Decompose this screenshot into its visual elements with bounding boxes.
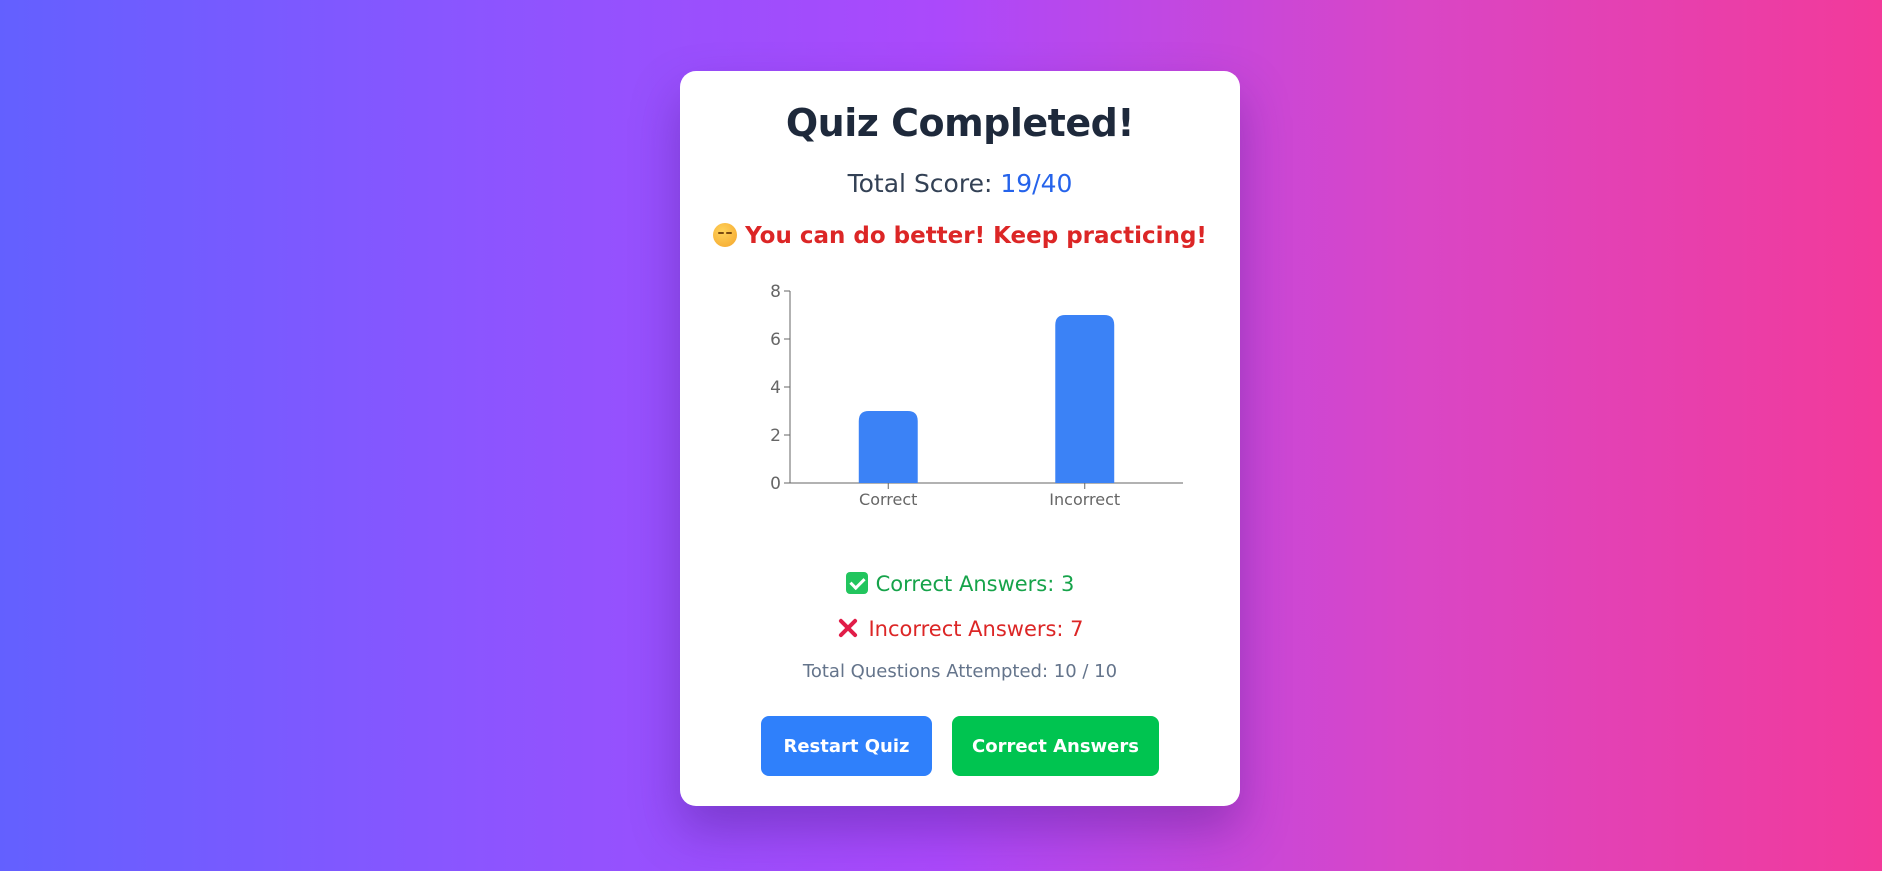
correct-answers-label: Correct Answers: 3 bbox=[875, 572, 1075, 596]
total-score-label: Total Score: bbox=[847, 169, 993, 198]
x-tick-label: Correct bbox=[859, 490, 917, 509]
restart-quiz-button[interactable]: Restart Quiz bbox=[761, 716, 932, 776]
bar-incorrect bbox=[1055, 315, 1115, 483]
incorrect-answers-stat: Incorrect Answers: 7 bbox=[680, 616, 1240, 641]
correct-answers-button[interactable]: Correct Answers bbox=[952, 716, 1159, 776]
y-tick-label: 2 bbox=[770, 426, 781, 446]
feedback-text: You can do better! Keep practicing! bbox=[745, 223, 1207, 249]
results-chart: 0 2 4 6 8 Correct Incorrect bbox=[750, 281, 1200, 511]
y-tick-label: 0 bbox=[770, 474, 781, 494]
y-tick-label: 8 bbox=[770, 282, 781, 302]
total-score-value: 19/40 bbox=[1000, 169, 1073, 198]
x-tick-label: Incorrect bbox=[1049, 490, 1120, 509]
page-title: Quiz Completed! bbox=[785, 101, 1135, 145]
results-card: Quiz Completed! Total Score: 19/40 You c… bbox=[680, 71, 1240, 806]
feedback-message: You can do better! Keep practicing! bbox=[680, 223, 1240, 249]
total-score: Total Score: 19/40 bbox=[680, 169, 1240, 198]
pensive-face-icon bbox=[713, 223, 738, 247]
total-questions: Total Questions Attempted: 10 / 10 bbox=[802, 661, 1118, 682]
bar-correct bbox=[858, 411, 918, 483]
incorrect-answers-label: Incorrect Answers: 7 bbox=[868, 617, 1084, 641]
correct-answers-stat: Correct Answers: 3 bbox=[680, 572, 1240, 596]
results-bar-chart: 0 2 4 6 8 Correct Incorrect bbox=[770, 282, 1183, 509]
y-tick-label: 6 bbox=[770, 330, 781, 350]
check-icon bbox=[845, 572, 868, 594]
cross-icon bbox=[836, 616, 860, 640]
y-tick-label: 4 bbox=[770, 378, 781, 398]
